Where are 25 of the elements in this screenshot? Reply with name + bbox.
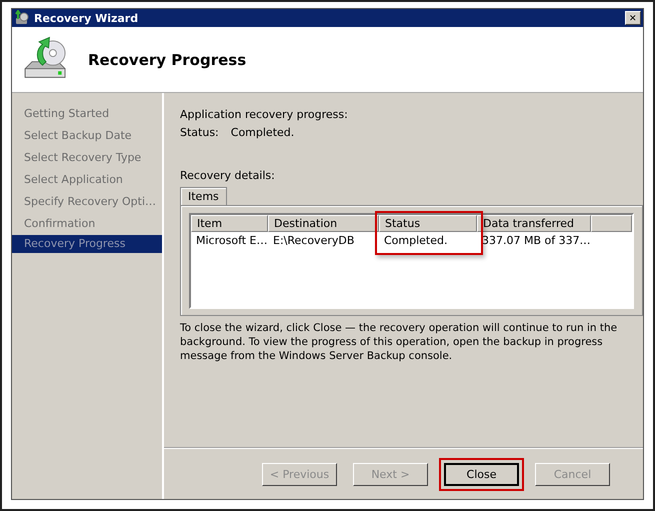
step-item[interactable]: Confirmation [12, 213, 162, 235]
table-cell-text: 337.07 MB of 337.… [481, 234, 591, 247]
wizard-button[interactable]: Close [444, 462, 519, 486]
step-item[interactable]: Recovery Progress [12, 235, 162, 253]
column-header[interactable]: Data transferred [477, 215, 591, 232]
column-header[interactable]: Destination [268, 215, 379, 232]
status-label: Status: [180, 126, 219, 139]
column-header[interactable]: Status [379, 215, 477, 232]
step-item[interactable]: Select Backup Date [12, 125, 162, 147]
page-title: Recovery Progress [88, 50, 246, 68]
window-title: Recovery Wizard [34, 12, 140, 24]
step-item[interactable]: Select Recovery Type [12, 147, 162, 169]
step-item[interactable]: Specify Recovery Opti… [12, 191, 162, 213]
details-heading: Recovery details: [180, 169, 276, 182]
info-text: To close the wizard, click Close — the recovery operation will continue to run in the background. To view the progress of this operation, open the backup in progress message from the Windows Server Backup console. [180, 321, 618, 363]
close-button[interactable]: ✕ [625, 11, 641, 25]
progress-heading: Application recovery progress: [180, 108, 349, 121]
table-cell-text: Completed. [383, 234, 448, 247]
table-cell-text: Microsoft E… [195, 234, 268, 247]
step-item[interactable]: Select Application [12, 169, 162, 191]
status-value: Completed. [230, 126, 294, 139]
tab[interactable]: Items [180, 187, 227, 205]
table-cell-text: E:\RecoveryDB [272, 234, 356, 247]
step-item[interactable]: Getting Started [12, 103, 162, 125]
column-header[interactable]: Item [191, 215, 268, 232]
